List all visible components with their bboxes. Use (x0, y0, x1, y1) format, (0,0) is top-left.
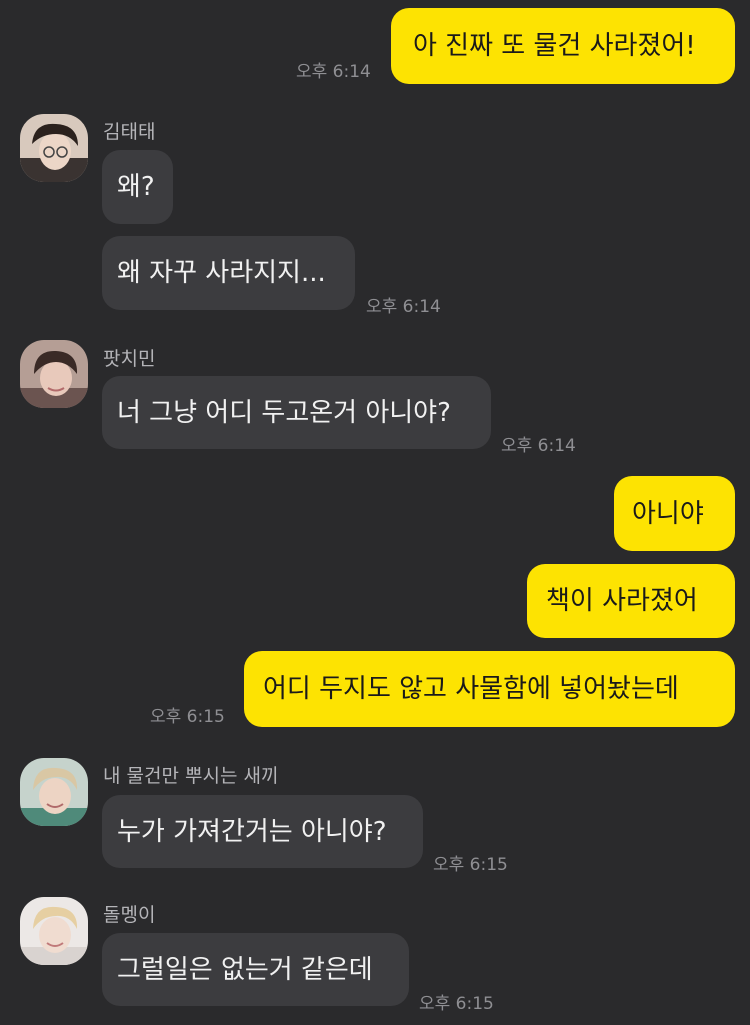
message-timestamp: 오후 6:15 (433, 855, 508, 875)
sender-avatar[interactable] (20, 758, 88, 826)
message-text: 아 진짜 또 물건 사라졌어! (413, 31, 696, 61)
message-text: 어디 두지도 않고 사물함에 넣어놨는데 (263, 674, 679, 704)
message-timestamp: 오후 6:14 (366, 297, 441, 317)
outgoing-message-bubble[interactable]: 책이 사라졌어 (527, 564, 735, 638)
sender-avatar[interactable] (20, 114, 88, 182)
message-text: 왜? (117, 172, 155, 202)
message-timestamp: 오후 6:14 (296, 62, 371, 82)
message-text: 누가 가져간거는 아니야? (117, 816, 387, 847)
sender-name: 김태태 (103, 121, 156, 143)
message-text: 너 그냥 어디 두고온거 아니야? (117, 397, 451, 428)
message-text: 책이 사라졌어 (546, 586, 698, 616)
outgoing-message-bubble[interactable]: 아니야 (614, 476, 735, 551)
incoming-message-bubble[interactable]: 왜? (102, 150, 173, 224)
sender-name: 팟치민 (103, 348, 156, 370)
incoming-message-bubble[interactable]: 누가 가져간거는 아니야? (102, 795, 423, 868)
outgoing-message-bubble[interactable]: 아 진짜 또 물건 사라졌어! (391, 8, 735, 84)
message-timestamp: 오후 6:15 (150, 707, 225, 727)
message-timestamp: 오후 6:15 (419, 994, 494, 1014)
sender-name: 내 물건만 뿌시는 새끼 (103, 765, 279, 787)
incoming-message-bubble[interactable]: 왜 자꾸 사라지지... (102, 236, 355, 310)
message-text: 왜 자꾸 사라지지... (117, 258, 326, 288)
message-text: 아니야 (632, 498, 704, 529)
message-timestamp: 오후 6:14 (501, 436, 576, 456)
outgoing-message-bubble[interactable]: 어디 두지도 않고 사물함에 넣어놨는데 (244, 651, 735, 727)
sender-name: 돌멩이 (103, 904, 156, 926)
incoming-message-bubble[interactable]: 너 그냥 어디 두고온거 아니야? (102, 376, 491, 449)
incoming-message-bubble[interactable]: 그럴일은 없는거 같은데 (102, 933, 409, 1006)
message-text: 그럴일은 없는거 같은데 (117, 954, 373, 985)
sender-avatar[interactable] (20, 897, 88, 965)
sender-avatar[interactable] (20, 340, 88, 408)
